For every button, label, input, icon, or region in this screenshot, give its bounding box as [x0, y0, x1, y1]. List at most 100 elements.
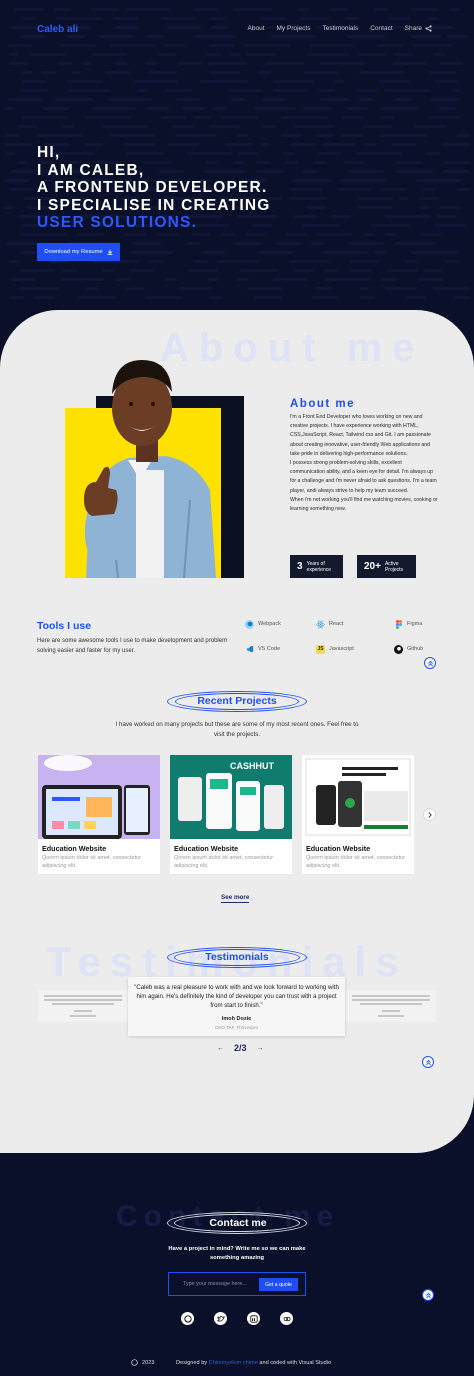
project-title: Education Website [306, 844, 371, 853]
nav-link-about[interactable]: About [248, 25, 265, 32]
footer-credit-suffix: and coded with Visual Studio [259, 1360, 332, 1366]
next-project-button[interactable] [423, 808, 436, 821]
project-desc: Qorem ipsum dolor sit amet, consectetur … [42, 855, 142, 869]
tool-figma: Figma [394, 614, 452, 634]
download-resume-button[interactable]: Download my Resume [37, 243, 120, 261]
javascript-icon: JS [316, 644, 325, 654]
double-chevron-up-icon [425, 1292, 431, 1298]
logo[interactable]: Caleb ali [37, 24, 78, 35]
about-ghost-text: About me [160, 326, 425, 370]
stat-projects-label-2: Projects [384, 566, 404, 573]
tool-label: Figma [407, 621, 423, 627]
hero-line-5: USER SOLUTIONS. [37, 214, 198, 231]
scroll-top-button[interactable] [422, 1289, 434, 1301]
github-link[interactable] [181, 1312, 194, 1325]
download-label: Download my Resume [44, 249, 103, 255]
nav-links: About My Projects Testimonials Contact S… [248, 25, 432, 32]
hero-line-2: I AM CALEB, [37, 161, 145, 179]
tool-label: Javascript [329, 646, 354, 652]
testimonial-card-next[interactable] [346, 990, 436, 1022]
project-image [302, 755, 414, 839]
stat-years-label-2: experience [306, 566, 332, 573]
footer-year-text: 2023 [142, 1359, 155, 1366]
github-icon [183, 1314, 192, 1323]
testimonial-pager: ← 2/3 → [217, 1043, 264, 1053]
nav-link-contact[interactable]: Contact [370, 25, 392, 32]
footer-year: 2023 [131, 1359, 154, 1366]
hero-line-1: HI, [37, 144, 61, 161]
project-desc: Qorem ipsum dolor sit amet, consectetur … [174, 855, 274, 869]
project-card[interactable]: CASHHUT Education Website Qorem ipsum do… [170, 755, 292, 874]
designer-link[interactable]: Chinonyelum chime [209, 1360, 258, 1366]
twitter-icon [216, 1315, 225, 1322]
about-paragraph-1: I'm a Front End Developer who loves work… [290, 414, 431, 457]
svg-text:CASHHUT: CASHHUT [230, 761, 275, 771]
download-icon [107, 249, 113, 255]
project-image: CASHHUT [170, 755, 292, 839]
twitter-link[interactable] [214, 1312, 227, 1325]
footer-credit: Designed by Chinonyelum chime and coded … [176, 1360, 331, 1366]
tool-label: Github [407, 646, 424, 652]
tool-javascript: JS Javascript [316, 639, 374, 659]
contact-description: Have a project in mind? Write me so we c… [168, 1246, 306, 1261]
message-input[interactable] [169, 1273, 257, 1295]
codepen-link[interactable] [280, 1312, 293, 1325]
scroll-top-button[interactable] [422, 1056, 434, 1068]
get-quote-button[interactable]: Get a quote [259, 1278, 298, 1291]
project-title: Education Website [174, 844, 239, 853]
arrow-left-icon[interactable]: ← [217, 1045, 224, 1052]
scroll-top-button[interactable] [424, 657, 436, 669]
testimonial-card: "Caleb was a real pleasure to work with … [128, 977, 345, 1036]
project-desc: Qorem ipsum dolor sit amet, consectetur … [306, 855, 406, 869]
nav-link-testimonials[interactable]: Testimonials [322, 25, 358, 32]
nav-link-projects[interactable]: My Projects [277, 25, 311, 32]
arrow-right-icon[interactable]: → [257, 1045, 264, 1052]
testimonial-card-prev[interactable] [38, 990, 128, 1022]
hero-line-4: I SPECIALISE IN CREATING [37, 196, 271, 214]
share-button[interactable]: Share [405, 25, 432, 32]
github-icon [394, 644, 403, 654]
stat-years-label: Years of experience [307, 561, 331, 573]
project-card[interactable]: Education Website Qorem ipsum dolor sit … [302, 755, 414, 874]
testimonials-title: Testimonials [205, 951, 269, 963]
footer-credit-prefix: Designed by [176, 1360, 208, 1366]
vscode-icon [245, 645, 254, 654]
stat-years: 3 Years of experience [290, 555, 343, 578]
about-heading: About me [290, 398, 356, 410]
tool-webpack: Webpack [245, 614, 303, 634]
double-chevron-up-icon [427, 660, 433, 666]
project-card[interactable]: Education Website Qorem ipsum dolor sit … [38, 755, 160, 874]
tool-react: React [316, 614, 374, 634]
double-chevron-up-icon [425, 1059, 431, 1065]
webpack-icon [245, 619, 254, 629]
share-label: Share [404, 25, 422, 32]
tool-label: VS Code [258, 646, 281, 652]
tool-label: Webpack [258, 621, 281, 627]
navbar: Caleb ali About My Projects Testimonials… [0, 20, 474, 40]
codepen-icon [283, 1316, 291, 1321]
hero-line-3: A FRONTEND DEVELOPER. [37, 179, 268, 196]
project-title: Education Website [42, 844, 107, 853]
about-paragraph-3: When i'm not working you'll find me watc… [290, 496, 438, 513]
projects-title: Recent Projects [197, 695, 277, 707]
tool-github: Github [394, 639, 452, 659]
testimonial-name: Imoh Dozie [221, 1016, 252, 1022]
testimonial-role: CEO TAF, Thrivexpro [214, 1025, 259, 1030]
message-form: Get a quote [168, 1272, 306, 1296]
stat-projects-number: 20+ [364, 561, 381, 572]
linkedin-icon [249, 1314, 258, 1323]
about-paragraph: I'm a Front End Developer who loves work… [290, 413, 438, 514]
linkedin-link[interactable] [247, 1312, 260, 1325]
copyright-icon [131, 1359, 138, 1366]
stat-years-number: 3 [297, 561, 303, 572]
contact-title: Contact me [209, 1217, 267, 1229]
project-image [38, 755, 160, 839]
see-more-link[interactable]: See more [221, 894, 250, 903]
footer: 2023 Designed by Chinonyelum chime and c… [0, 1356, 474, 1370]
stat-projects: 20+ Active Projects [357, 555, 416, 578]
share-icon [425, 25, 432, 32]
hero-section: Caleb ali About My Projects Testimonials… [0, 0, 474, 340]
tools-heading: Tools I use [37, 620, 92, 632]
page-indicator: 2/3 [234, 1043, 247, 1053]
projects-description: I have worked on many projects but these… [115, 721, 359, 738]
